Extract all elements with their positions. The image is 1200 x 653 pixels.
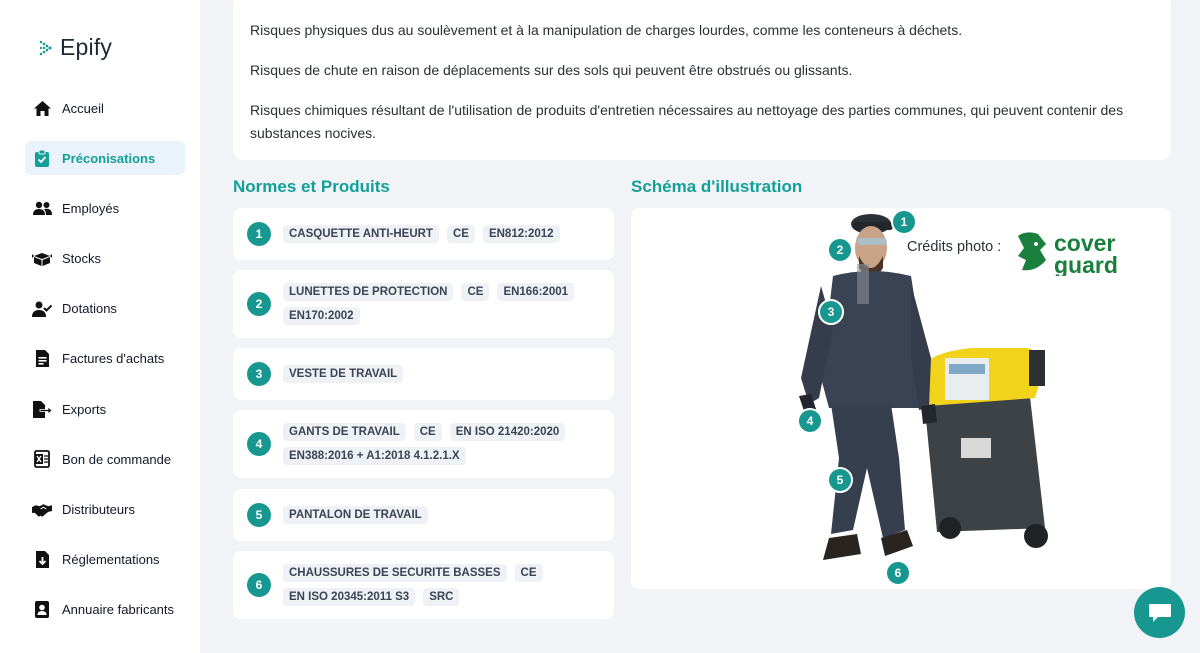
user-check-icon (32, 299, 52, 319)
contact-card-icon (32, 600, 52, 620)
invoice-icon (32, 349, 52, 369)
chat-bubble-icon (1148, 603, 1171, 622)
norm-tag: EN166:2001 (497, 283, 575, 301)
product-tag: CHAUSSURES DE SECURITE BASSES (283, 564, 507, 582)
norm-item-3[interactable]: 3 VESTE DE TRAVAIL (233, 348, 614, 400)
sidebar-item-bon-de-commande[interactable]: Bon de commande (25, 442, 185, 476)
file-export-icon (32, 399, 52, 419)
sidebar-item-label: Factures d'achats (62, 351, 165, 367)
illustration-marker-1[interactable]: 1 (891, 209, 917, 235)
illustration-section-title: Schéma d'illustration (631, 177, 803, 196)
illustration-card: Crédits photo : cover guard 1 2 3 4 5 6 (631, 208, 1171, 589)
norm-tag: CE (413, 423, 442, 441)
sidebar-item-factures[interactable]: Factures d'achats (25, 342, 185, 376)
sidebar-item-employes[interactable]: Employés (25, 191, 185, 225)
sidebar-item-label: Distributeurs (62, 502, 135, 517)
norm-tag: SRC (423, 588, 460, 606)
file-download-icon (32, 550, 52, 570)
illustration-marker-5[interactable]: 5 (827, 467, 853, 493)
item-number-badge: 1 (247, 222, 271, 246)
photo-credit-label: Crédits photo : (907, 239, 1002, 255)
norm-item-2[interactable]: 2 LUNETTES DE PROTECTION CE EN166:2001 E… (233, 270, 614, 338)
sidebar-item-label: Bon de commande (62, 451, 172, 467)
risk-text: Risques physiques dus au soulèvement et … (250, 22, 963, 38)
coverguard-logo: cover guard (1016, 230, 1151, 281)
norm-tag: CE (446, 225, 475, 243)
item-number-badge: 4 (247, 432, 271, 456)
illustration-marker-4[interactable]: 4 (797, 408, 823, 434)
chat-button[interactable] (1134, 587, 1185, 638)
risks-card: Risques physiques dus au soulèvement et … (233, 0, 1171, 160)
norm-item-1[interactable]: 1 CASQUETTE ANTI-HEURT CE EN812:2012 (233, 208, 614, 260)
sidebar-item-label: Réglementations (62, 552, 160, 568)
item-number-badge: 6 (247, 573, 271, 597)
product-tag: LUNETTES DE PROTECTION (283, 283, 454, 301)
norm-tags: CASQUETTE ANTI-HEURT CE EN812:2012 (283, 225, 583, 243)
sidebar-item-label: Stocks (62, 251, 102, 267)
norm-tags: CHAUSSURES DE SECURITE BASSES CE EN ISO … (283, 564, 583, 606)
product-tag: GANTS DE TRAVAIL (283, 423, 406, 441)
product-tag: VESTE DE TRAVAIL (283, 365, 404, 383)
item-number-badge: 3 (247, 362, 271, 386)
product-tag: PANTALON DE TRAVAIL (283, 506, 428, 524)
norm-item-6[interactable]: 6 CHAUSSURES DE SECURITE BASSES CE EN IS… (233, 551, 614, 619)
excel-file-icon (32, 449, 52, 469)
norm-tag: EN ISO 20345:2011 S3 (283, 588, 416, 606)
sidebar: Epify Accueil Préconisations Employés St… (0, 0, 200, 653)
sidebar-item-dotations[interactable]: Dotations (25, 292, 185, 326)
norm-tags: LUNETTES DE PROTECTION CE EN166:2001 EN1… (283, 283, 583, 325)
app-logo[interactable]: Epify (38, 34, 112, 61)
sidebar-item-distributeurs[interactable]: Distributeurs (25, 493, 185, 527)
norm-tag: EN388:2016 + A1:2018 4.1.2.1.X (283, 447, 466, 465)
waste-bin (915, 348, 1048, 548)
norm-tags: GANTS DE TRAVAIL CE EN ISO 21420:2020 EN… (283, 423, 583, 465)
sidebar-item-label: Exports (62, 401, 107, 417)
norm-item-4[interactable]: 4 GANTS DE TRAVAIL CE EN ISO 21420:2020 … (233, 410, 614, 478)
norm-item-5[interactable]: 5 PANTALON DE TRAVAIL (233, 489, 614, 541)
sidebar-item-label: Dotations (62, 301, 117, 317)
norm-tags: VESTE DE TRAVAIL (283, 365, 583, 383)
coverguard-lion-icon (1018, 232, 1046, 271)
norm-tag: EN ISO 21420:2020 (449, 423, 566, 441)
risk-text: Risques chimiques résultant de l'utilisa… (250, 102, 1124, 141)
product-tag: CASQUETTE ANTI-HEURT (283, 225, 439, 243)
norm-tag: CE (461, 283, 490, 301)
app-name: Epify (60, 34, 113, 60)
illustration-marker-2[interactable]: 2 (827, 237, 853, 263)
users-icon (32, 198, 52, 218)
sidebar-item-accueil[interactable]: Accueil (25, 91, 185, 125)
worker-figure (799, 214, 937, 560)
clipboard-check-icon (32, 148, 52, 168)
norm-tag: CE (514, 564, 543, 582)
home-icon (32, 98, 52, 118)
sidebar-item-label: Préconisations (62, 150, 156, 166)
brand-word-guard: guard (1054, 252, 1118, 276)
item-number-badge: 2 (247, 292, 271, 316)
sidebar-item-exports[interactable]: Exports (25, 392, 185, 426)
sidebar-item-label: Employés (62, 200, 120, 216)
norms-section-title: Normes et Produits (233, 177, 390, 196)
illustration-marker-3[interactable]: 3 (818, 299, 844, 325)
boxes-icon (32, 249, 52, 269)
illustration-marker-6[interactable]: 6 (885, 560, 911, 586)
norm-tag: EN812:2012 (482, 225, 560, 243)
risk-text: Risques de chute en raison de déplacemen… (250, 62, 853, 78)
handshake-icon (32, 500, 52, 520)
norm-tag: EN170:2002 (283, 307, 360, 325)
epify-logo-icon (39, 40, 52, 55)
sidebar-item-preconisations[interactable]: Préconisations (25, 141, 185, 176)
sidebar-item-label: Annuaire fabricants (62, 602, 175, 618)
item-number-badge: 5 (247, 503, 271, 527)
sidebar-item-stocks[interactable]: Stocks (25, 242, 185, 276)
norm-tags: PANTALON DE TRAVAIL (283, 506, 583, 524)
sidebar-item-label: Accueil (62, 100, 104, 116)
sidebar-item-reglementations[interactable]: Réglementations (25, 543, 185, 577)
sidebar-item-annuaire-fabricants[interactable]: Annuaire fabricants (25, 593, 185, 627)
sidebar-nav: Accueil Préconisations Employés Stocks D… (25, 91, 185, 643)
